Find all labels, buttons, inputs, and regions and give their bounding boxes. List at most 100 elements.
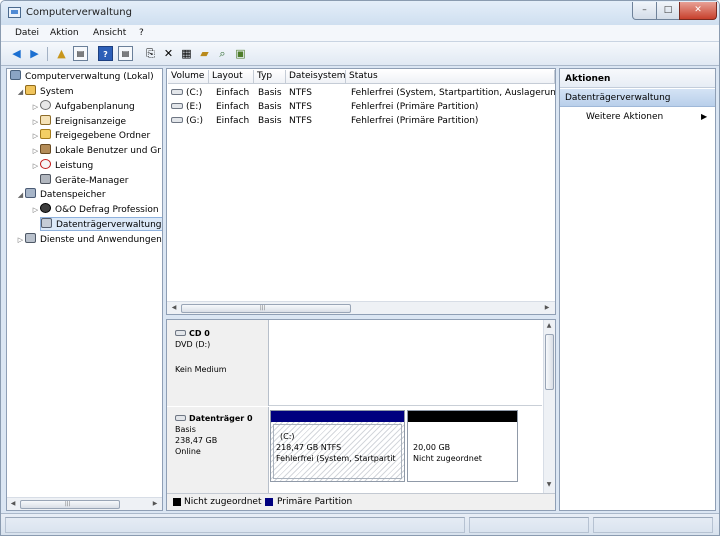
menu-help[interactable]: ? (139, 28, 144, 38)
title-bar[interactable]: Computerverwaltung – □ ✕ (1, 1, 719, 25)
tree-item-system[interactable]: ◢ System (16, 85, 74, 99)
table-row[interactable]: (C:) Einfach Basis NTFS Fehlerfrei (Syst… (167, 86, 555, 100)
collapse-icon[interactable]: ◢ (16, 85, 25, 99)
refresh-icon[interactable]: ⎘ (143, 46, 158, 61)
icon-c[interactable]: ⌕ (215, 46, 230, 61)
scroll-left-icon[interactable]: ◀ (8, 499, 18, 509)
disk-layout-view: CD 0 DVD (D:) Kein Medium Datenträger 0 … (166, 319, 556, 511)
icon-b[interactable]: ▰ (197, 46, 212, 61)
scroll-right-icon[interactable]: ▶ (542, 303, 552, 313)
collapse-icon[interactable]: ◢ (16, 188, 25, 202)
tree-item-geraete-manager[interactable]: Geräte-Manager (40, 174, 129, 188)
show-hide-tree-icon[interactable]: ▤ (73, 46, 88, 61)
tree-item-freigegebene-ordner[interactable]: ▷ Freigegebene Ordner (31, 129, 150, 143)
cd-0-area (269, 320, 542, 406)
status-bar (1, 513, 719, 535)
back-icon[interactable]: ◀ (9, 46, 24, 61)
actions-title: Aktionen (560, 69, 715, 88)
up-folder-icon[interactable]: ▲ (54, 46, 69, 61)
scroll-down-icon[interactable]: ▼ (544, 480, 554, 490)
column-header-layout[interactable]: Layout (209, 70, 254, 84)
expand-icon[interactable]: ▷ (31, 100, 40, 114)
close-button[interactable]: ✕ (679, 2, 717, 20)
tree-item-datentraegerverwaltung[interactable]: Datenträgerverwaltung (40, 217, 162, 231)
icon-d[interactable]: ▣ (233, 46, 248, 61)
partition-unallocated[interactable]: 20,00 GB Nicht zugeordnet (407, 410, 518, 482)
event-viewer-icon (40, 115, 51, 125)
tree-item-dienste[interactable]: ▷ Dienste und Anwendungen (16, 233, 162, 247)
more-actions-link[interactable]: Weitere Aktionen (586, 112, 663, 122)
primary-partition-bar (271, 411, 404, 422)
tree-item-lokale-benutzer[interactable]: ▷ Lokale Benutzer und Gr (31, 144, 161, 158)
status-segment (469, 517, 589, 533)
disk-0-size: 238,47 GB (175, 436, 218, 445)
tree-item-datenspeicher[interactable]: ◢ Datenspeicher (16, 188, 106, 202)
shared-folders-icon (40, 129, 51, 139)
unallocated-size: 20,00 GB (413, 443, 451, 452)
cell-status: Fehlerfrei (System, Startpartition, Ausl… (351, 88, 555, 98)
scrollbar-thumb[interactable] (545, 334, 554, 390)
defrag-icon (40, 203, 51, 213)
cell-typ: Basis (258, 116, 282, 126)
expand-icon[interactable]: ▷ (31, 144, 40, 158)
cell-layout: Einfach (216, 116, 250, 126)
scroll-right-icon[interactable]: ▶ (150, 499, 160, 509)
tree-item-ereignisanzeige[interactable]: ▷ Ereignisanzeige (31, 115, 126, 129)
disk-0-name: Datenträger 0 (189, 414, 253, 423)
system-tools-icon (25, 85, 36, 95)
tree-item-leistung[interactable]: ▷ Leistung (31, 159, 93, 173)
expand-icon[interactable]: ▷ (31, 203, 40, 217)
cell-dateisystem: NTFS (289, 116, 312, 126)
legend-label-unallocated: Nicht zugeordnet (184, 497, 262, 507)
services-icon (25, 233, 36, 243)
window-title: Computerverwaltung (26, 7, 132, 18)
volume-horizontal-scrollbar[interactable]: ◀ ||| ▶ (167, 301, 555, 314)
help-icon[interactable]: ? (98, 46, 113, 61)
icon-a[interactable]: ▦ (179, 46, 194, 61)
column-header-typ[interactable]: Typ (254, 70, 286, 84)
toolbar-separator (47, 47, 48, 61)
cell-dateisystem: NTFS (289, 102, 312, 112)
status-segment (5, 517, 465, 533)
column-header-status[interactable]: Status (346, 70, 555, 84)
tree-horizontal-scrollbar[interactable]: ◀ ||| ▶ (7, 497, 162, 510)
properties-icon[interactable]: ▤ (118, 46, 133, 61)
expand-icon[interactable]: ▷ (31, 129, 40, 143)
tree-item-aufgabenplanung[interactable]: ▷ Aufgabenplanung (31, 100, 135, 114)
menu-ansicht[interactable]: Ansicht (93, 28, 126, 38)
actions-section-datentraegerverwaltung[interactable]: Datenträgerverwaltung (560, 89, 715, 107)
cd-drive-icon (175, 330, 186, 336)
scrollbar-thumb[interactable]: ||| (181, 304, 351, 313)
tree-item-oo-defrag[interactable]: ▷ O&O Defrag Profession (31, 203, 159, 217)
forward-icon[interactable]: ▶ (27, 46, 42, 61)
expand-icon[interactable]: ▷ (31, 159, 40, 173)
table-row[interactable]: (G:) Einfach Basis NTFS Fehlerfrei (Prim… (167, 114, 555, 128)
scrollbar-thumb[interactable]: ||| (20, 500, 120, 509)
unallocated-status: Nicht zugeordnet (413, 454, 482, 463)
table-row[interactable]: (E:) Einfach Basis NTFS Fehlerfrei (Prim… (167, 100, 555, 114)
expand-icon[interactable]: ▷ (16, 233, 25, 247)
scroll-up-icon[interactable]: ▲ (544, 321, 554, 331)
volume-list: Volume Layout Typ Dateisystem Status (C:… (166, 68, 556, 315)
maximize-button[interactable]: □ (656, 2, 680, 20)
disk-0-type: Basis (175, 425, 196, 434)
column-header-dateisystem[interactable]: Dateisystem (286, 70, 346, 84)
scroll-left-icon[interactable]: ◀ (169, 303, 179, 313)
delete-icon[interactable]: ✕ (161, 46, 176, 61)
menu-datei[interactable]: Datei (15, 28, 39, 38)
column-header-volume[interactable]: Volume (168, 70, 209, 84)
cell-layout: Einfach (216, 102, 250, 112)
tree-item-computerverwaltung[interactable]: Computerverwaltung (Lokal) (10, 70, 154, 84)
menu-aktion[interactable]: Aktion (50, 28, 79, 38)
device-manager-icon (40, 174, 51, 184)
cell-dateisystem: NTFS (289, 88, 312, 98)
expand-icon[interactable]: ▷ (31, 115, 40, 129)
cell-status: Fehlerfrei (Primäre Partition) (351, 102, 479, 112)
disk-0-info[interactable]: Datenträger 0 Basis 238,47 GB Online (167, 407, 269, 493)
partition-c[interactable]: (C:) 218,47 GB NTFS Fehlerfrei (System, … (270, 410, 405, 482)
cell-volume: (G:) (168, 114, 209, 128)
disk-vertical-scrollbar[interactable]: ▲ ▼ (543, 320, 555, 493)
minimize-button[interactable]: – (632, 2, 657, 20)
toolbar: ◀ ▶ ▲ ▤ ? ▤ ⎘ ✕ ▦ ▰ ⌕ ▣ (1, 42, 719, 66)
cd-0-info[interactable]: CD 0 DVD (D:) Kein Medium (167, 320, 269, 406)
